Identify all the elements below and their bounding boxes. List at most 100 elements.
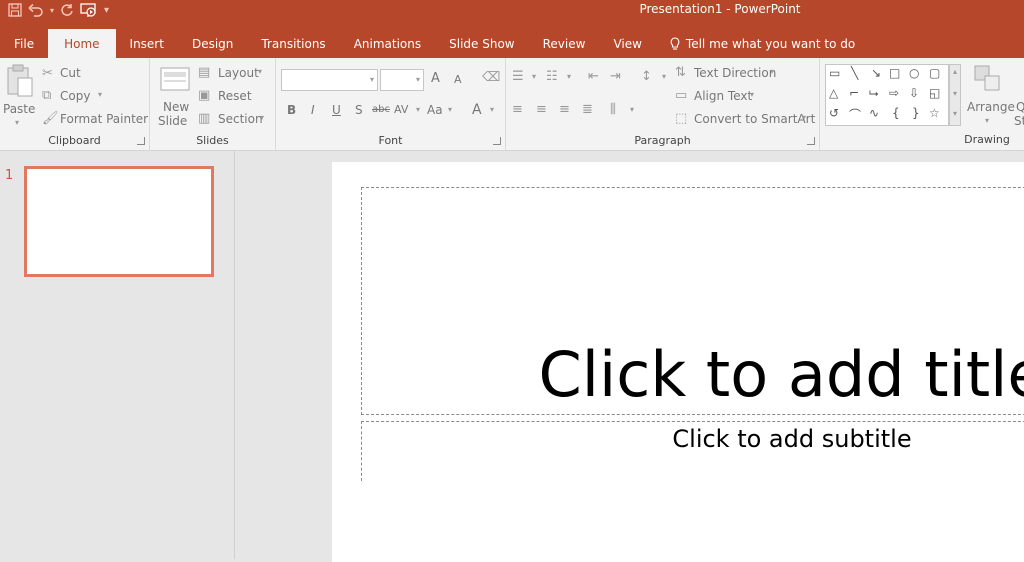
tab-animations[interactable]: Animations: [340, 29, 435, 58]
font-color-dropdown-icon[interactable]: ▾: [490, 105, 494, 114]
paste-button[interactable]: Paste ▾: [3, 62, 35, 130]
reset-button[interactable]: Reset: [218, 89, 252, 103]
tell-me-search[interactable]: Tell me what you want to do: [656, 29, 869, 58]
quick-styles-label-2[interactable]: St: [1014, 114, 1024, 128]
elbow-connector-shape-icon[interactable]: ⌐: [849, 86, 859, 100]
tab-transitions[interactable]: Transitions: [247, 29, 339, 58]
text-direction-button[interactable]: Text Direction: [694, 66, 776, 80]
right-brace-shape-icon[interactable]: }: [912, 106, 920, 120]
convert-to-smartart-button[interactable]: Convert to SmartArt: [694, 112, 815, 126]
paragraph-launcher-icon[interactable]: [807, 137, 815, 145]
shapes-gallery[interactable]: ▭ ╲ ↘ □ ○ ▢ △ ⌐ ⮡ ⇨ ⇩ ◱ ↺ ⌒ ∿ { } ☆: [825, 64, 949, 126]
clear-formatting-icon[interactable]: ⌫: [482, 70, 500, 85]
cut-button[interactable]: Cut: [60, 66, 81, 80]
star-shape-icon[interactable]: ☆: [929, 106, 940, 120]
layout-dropdown-icon[interactable]: ▾: [258, 67, 262, 76]
decrease-indent-icon[interactable]: ⇤: [588, 69, 599, 84]
bold-button[interactable]: B: [287, 103, 296, 117]
left-brace-shape-icon[interactable]: {: [892, 106, 900, 120]
strikethrough-button[interactable]: abc: [372, 104, 390, 115]
line-spacing-icon[interactable]: ↕: [641, 69, 652, 84]
change-case-dropdown-icon[interactable]: ▾: [448, 105, 452, 114]
snip-rectangle-shape-icon[interactable]: ◱: [929, 86, 940, 100]
smartart-icon: ⬚: [675, 111, 688, 126]
align-text-button[interactable]: Align Text: [694, 89, 752, 103]
justify-icon[interactable]: ≣: [582, 102, 593, 117]
numbering-dropdown-icon[interactable]: ▾: [567, 72, 571, 81]
change-case-button[interactable]: Aa: [427, 103, 443, 117]
tab-review[interactable]: Review: [529, 29, 600, 58]
italic-button[interactable]: I: [311, 103, 315, 117]
font-name-combo[interactable]: ▾: [281, 69, 378, 91]
line-spacing-dropdown-icon[interactable]: ▾: [662, 72, 666, 81]
increase-font-size-button[interactable]: A: [431, 71, 440, 86]
shapes-gallery-scroll[interactable]: ▴ ▾ ▾: [949, 64, 961, 126]
paste-dropdown-icon[interactable]: ▾: [15, 118, 19, 127]
quick-styles-label-1[interactable]: Q: [1016, 100, 1024, 114]
arc-shape-icon[interactable]: ⌒: [849, 106, 861, 123]
gallery-more-icon[interactable]: ▾: [953, 109, 957, 118]
arrange-dropdown-icon[interactable]: ▾: [985, 116, 989, 125]
oval-shape-icon[interactable]: ○: [909, 66, 919, 80]
tab-design[interactable]: Design: [178, 29, 247, 58]
title-bar: ▾ ▾ Presentation1 - PowerPoint: [0, 0, 1024, 29]
gallery-scroll-up-icon[interactable]: ▴: [953, 67, 957, 76]
smartart-dropdown-icon[interactable]: ▾: [802, 113, 806, 122]
tab-insert[interactable]: Insert: [116, 29, 178, 58]
arrange-button[interactable]: Arrange ▾: [965, 62, 1015, 132]
curve-shape-icon[interactable]: ∿: [869, 106, 879, 120]
arrange-label: Arrange: [967, 100, 1015, 114]
copy-dropdown-icon[interactable]: ▾: [98, 90, 102, 99]
gallery-scroll-down-icon[interactable]: ▾: [953, 89, 957, 98]
right-arrow-shape-icon[interactable]: ⇨: [889, 86, 899, 100]
layout-button[interactable]: Layout: [218, 66, 259, 80]
columns-icon[interactable]: ⫼: [610, 102, 616, 117]
columns-dropdown-icon[interactable]: ▾: [630, 105, 634, 114]
text-box-shape-icon[interactable]: ▭: [829, 66, 840, 80]
tab-slide-show[interactable]: Slide Show: [435, 29, 528, 58]
increase-indent-icon[interactable]: ⇥: [610, 69, 621, 84]
bullets-icon[interactable]: ☰: [512, 69, 524, 84]
clipboard-launcher-icon[interactable]: [137, 137, 145, 145]
rounded-rectangle-shape-icon[interactable]: ▢: [929, 66, 940, 80]
tab-file[interactable]: File: [0, 29, 48, 58]
align-center-icon[interactable]: ≡: [536, 102, 547, 117]
font-name-dropdown-icon[interactable]: ▾: [370, 75, 374, 84]
title-placeholder[interactable]: Click to add title: [361, 187, 1024, 415]
format-painter-button[interactable]: Format Painter: [60, 112, 148, 126]
new-slide-button[interactable]: New Slide: [156, 62, 196, 132]
subtitle-placeholder[interactable]: Click to add subtitle: [361, 421, 1024, 481]
font-size-combo[interactable]: ▾: [380, 69, 424, 91]
new-slide-label-1: New: [163, 100, 190, 114]
group-slides: New Slide ▤ Layout ▾ ▣ Reset ▥ Section ▾…: [150, 58, 276, 151]
arrow-line-shape-icon[interactable]: ↘: [871, 66, 881, 80]
font-color-button[interactable]: A: [472, 102, 482, 118]
copy-button[interactable]: Copy: [60, 89, 90, 103]
down-arrow-shape-icon[interactable]: ⇩: [909, 86, 919, 100]
text-shadow-button[interactable]: S: [355, 103, 363, 117]
freeform-shape-icon[interactable]: ↺: [829, 106, 839, 120]
character-spacing-button[interactable]: AV: [394, 103, 408, 116]
bullets-dropdown-icon[interactable]: ▾: [532, 72, 536, 81]
font-size-dropdown-icon[interactable]: ▾: [416, 75, 420, 84]
numbering-icon[interactable]: ☷: [546, 69, 558, 84]
new-slide-label-2: Slide: [158, 114, 188, 128]
elbow-arrow-shape-icon[interactable]: ⮡: [869, 86, 879, 101]
slide-thumbnail[interactable]: [24, 166, 214, 277]
group-label-drawing: Drawing: [964, 133, 1010, 146]
align-left-icon[interactable]: ≡: [512, 102, 523, 117]
text-direction-dropdown-icon[interactable]: ▾: [770, 67, 774, 76]
decrease-font-size-button[interactable]: A: [454, 73, 462, 86]
align-right-icon[interactable]: ≡: [559, 102, 570, 117]
underline-button[interactable]: U: [332, 103, 341, 117]
section-dropdown-icon[interactable]: ▾: [260, 113, 264, 122]
line-shape-icon[interactable]: ╲: [851, 66, 858, 80]
character-spacing-dropdown-icon[interactable]: ▾: [416, 105, 420, 114]
section-button[interactable]: Section: [218, 112, 263, 126]
triangle-shape-icon[interactable]: △: [829, 86, 838, 100]
font-launcher-icon[interactable]: [493, 137, 501, 145]
align-text-dropdown-icon[interactable]: ▾: [750, 90, 754, 99]
tab-home[interactable]: Home: [48, 29, 116, 59]
tab-view[interactable]: View: [599, 29, 655, 58]
rectangle-shape-icon[interactable]: □: [889, 66, 900, 80]
